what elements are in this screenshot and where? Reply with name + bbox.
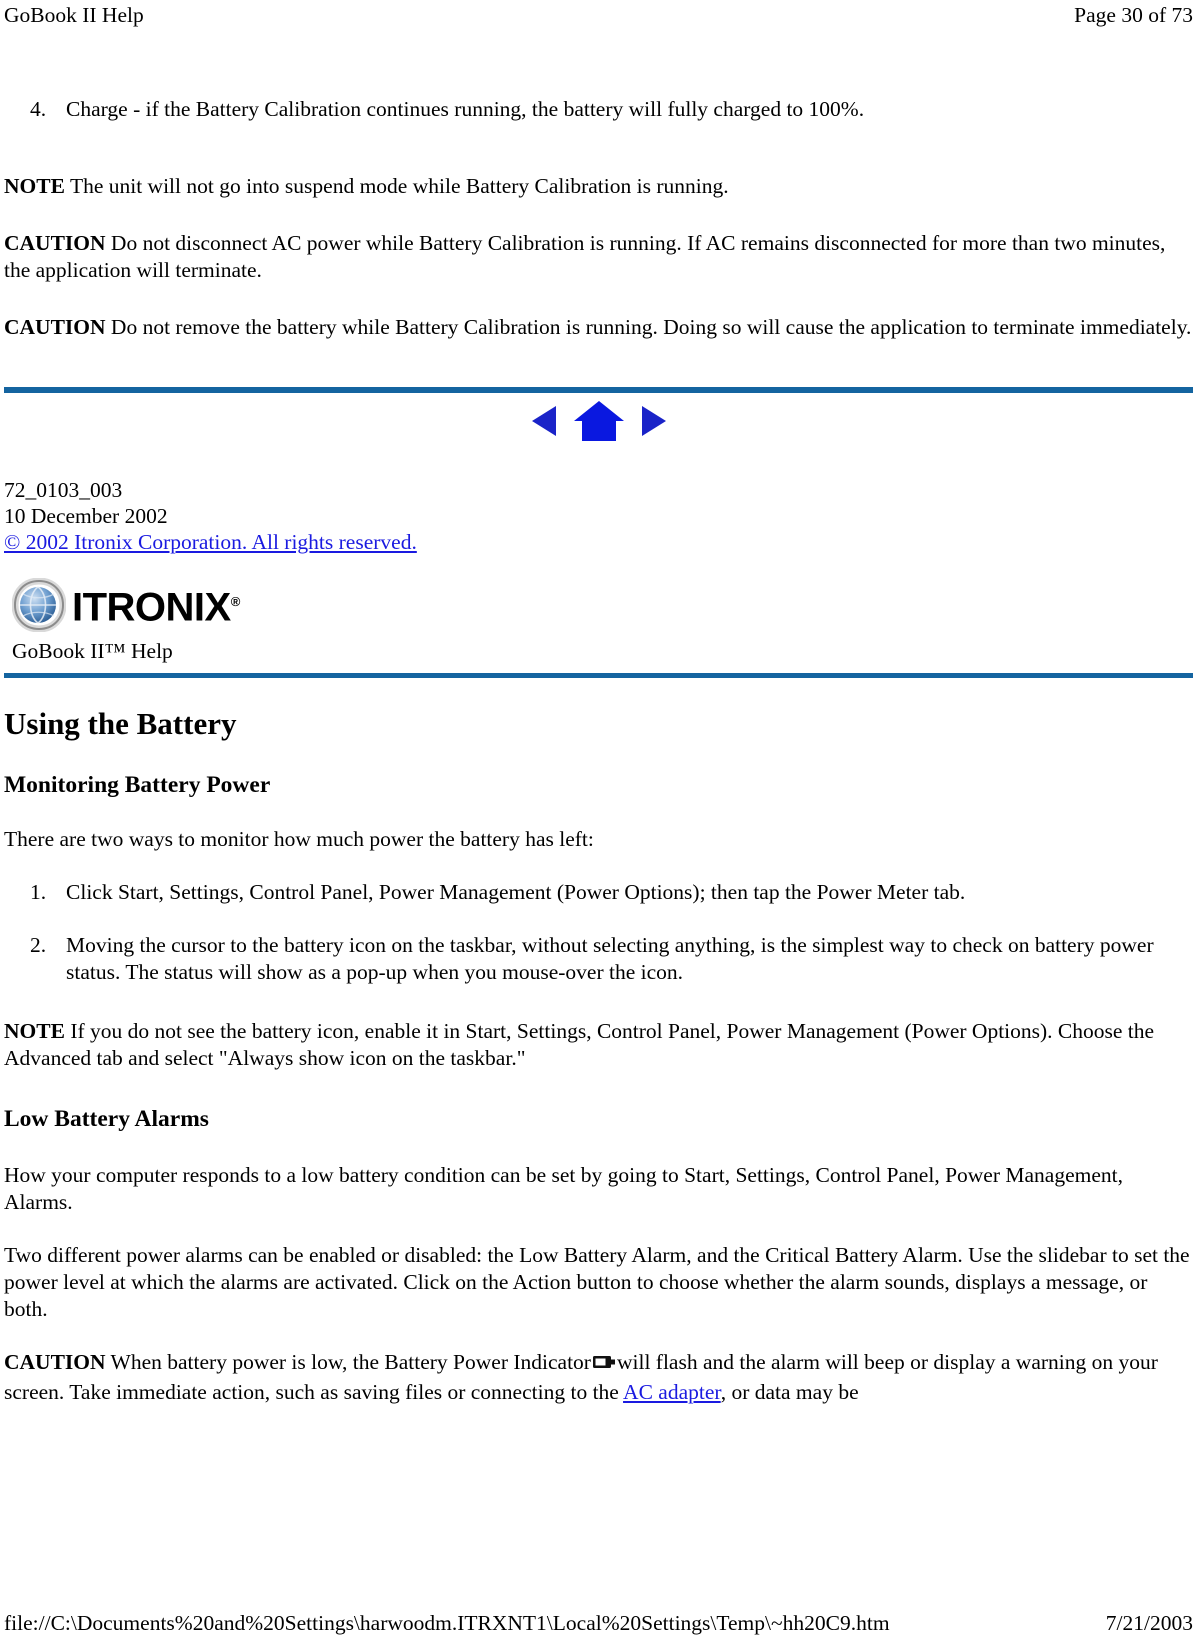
alarms-caution: CAUTION When battery power is low, the B… bbox=[4, 1349, 1193, 1406]
note-paragraph: NOTE The unit will not go into suspend m… bbox=[4, 173, 1193, 200]
caution-label: CAUTION bbox=[4, 231, 106, 255]
section-heading-monitoring: Monitoring Battery Power bbox=[4, 772, 271, 798]
print-footer-date: 7/21/2003 bbox=[1105, 1611, 1193, 1635]
print-header: GoBook II Help Page 30 of 73 bbox=[0, 0, 1201, 34]
monitoring-intro: There are two ways to monitor how much p… bbox=[4, 827, 594, 851]
forward-triangle-icon[interactable] bbox=[640, 404, 668, 438]
back-triangle-icon[interactable] bbox=[530, 404, 558, 438]
logo-text: ITRONIX bbox=[72, 585, 231, 630]
help-title: GoBook II™ Help bbox=[12, 639, 173, 663]
caution-text: Do not remove the battery while Battery … bbox=[110, 315, 1192, 339]
itronix-wordmark: ITRONIX® bbox=[72, 582, 241, 630]
ac-adapter-link[interactable]: AC adapter bbox=[623, 1380, 721, 1404]
list-item-number: 4. bbox=[30, 97, 47, 121]
caution-paragraph-2: CAUTION Do not remove the battery while … bbox=[4, 314, 1193, 341]
caution-paragraph-1: CAUTION Do not disconnect AC power while… bbox=[4, 230, 1193, 284]
document-date: 10 December 2002 bbox=[4, 504, 168, 528]
home-house-icon[interactable] bbox=[572, 399, 626, 443]
list-item-text: Charge - if the Battery Calibration cont… bbox=[66, 97, 865, 121]
note-text: If you do not see the battery icon, enab… bbox=[4, 1019, 1155, 1070]
caution-text-before: When battery power is low, the Battery P… bbox=[110, 1350, 591, 1374]
alarms-paragraph-2: Two different power alarms can be enable… bbox=[4, 1243, 1190, 1321]
section-heading-alarms: Low Battery Alarms bbox=[4, 1106, 209, 1132]
list-item-number: 1. bbox=[30, 880, 47, 904]
list-item-text: Moving the cursor to the battery icon on… bbox=[66, 933, 1154, 984]
print-header-page: Page 30 of 73 bbox=[1074, 3, 1193, 27]
caution-label: CAUTION bbox=[4, 1350, 106, 1374]
list-item: 4. Charge - if the Battery Calibration c… bbox=[4, 96, 1193, 123]
list-item: 2. Moving the cursor to the battery icon… bbox=[4, 932, 1193, 986]
note-label: NOTE bbox=[4, 174, 65, 198]
list-item: 1. Click Start, Settings, Control Panel,… bbox=[4, 879, 1193, 906]
alarms-paragraph-1: How your computer responds to a low batt… bbox=[4, 1163, 1123, 1214]
navigation-bar bbox=[4, 393, 1193, 449]
battery-indicator-icon bbox=[592, 1352, 616, 1379]
page-title: Using the Battery bbox=[4, 706, 237, 741]
registered-trademark-icon: ® bbox=[230, 594, 241, 610]
document-page: GoBook II Help Page 30 of 73 4. Charge -… bbox=[0, 0, 1201, 1642]
itronix-globe-icon bbox=[11, 577, 67, 633]
caution-text-tail: , or data may be bbox=[720, 1380, 859, 1404]
list-item-text: Click Start, Settings, Control Panel, Po… bbox=[66, 880, 966, 904]
print-footer-path: file://C:\Documents%20and%20Settings\har… bbox=[4, 1611, 890, 1635]
monitoring-note: NOTE If you do not see the battery icon,… bbox=[4, 1018, 1193, 1072]
page-content: 4. Charge - if the Battery Calibration c… bbox=[4, 96, 1193, 1406]
itronix-logo: ITRONIX® bbox=[4, 573, 1193, 637]
document-info-block: 72_0103_003 10 December 2002 © 2002 Itro… bbox=[4, 477, 1193, 555]
monitoring-steps-list: 1. Click Start, Settings, Control Panel,… bbox=[4, 879, 1193, 986]
note-text: The unit will not go into suspend mode w… bbox=[69, 174, 729, 198]
print-footer: file://C:\Documents%20and%20Settings\har… bbox=[0, 1610, 1201, 1636]
document-number: 72_0103_003 bbox=[4, 478, 123, 502]
copyright-link[interactable]: © 2002 Itronix Corporation. All rights r… bbox=[4, 530, 417, 554]
list-item-number: 2. bbox=[30, 933, 47, 957]
calibration-steps-list: 4. Charge - if the Battery Calibration c… bbox=[4, 96, 1193, 123]
caution-label: CAUTION bbox=[4, 315, 106, 339]
note-label: NOTE bbox=[4, 1019, 65, 1043]
print-header-title: GoBook II Help bbox=[4, 3, 144, 27]
caution-text: Do not disconnect AC power while Battery… bbox=[4, 231, 1166, 282]
